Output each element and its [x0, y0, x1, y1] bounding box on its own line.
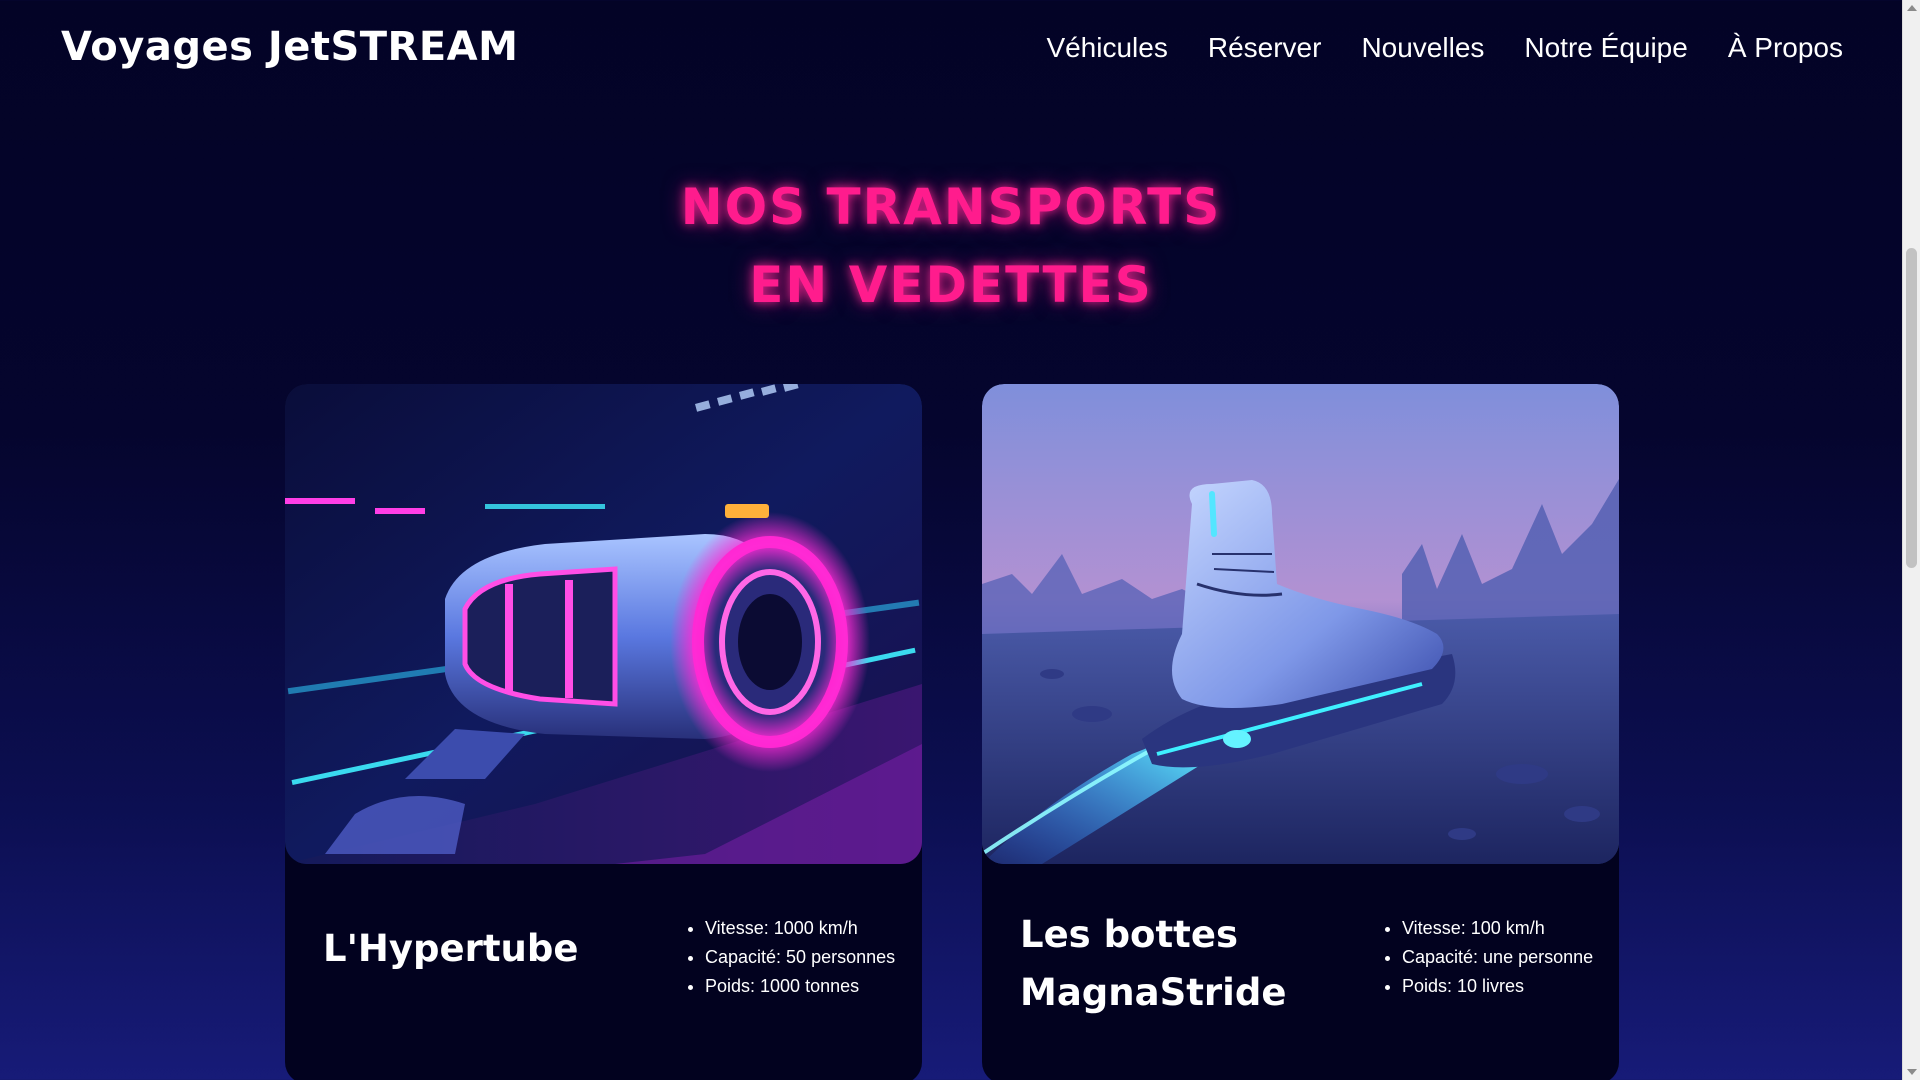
hover-boot-illustration [982, 384, 1619, 864]
page-scrollbar[interactable] [1902, 0, 1920, 1080]
nav-link-a-propos[interactable]: À Propos [1728, 32, 1843, 64]
magnastride-image [982, 384, 1619, 864]
hypertube-card-body: L'Hypertube Vitesse: 1000 km/h Capacité:… [285, 864, 922, 1080]
nav-link-reserver[interactable]: Réserver [1208, 32, 1322, 64]
section-title: NOS TRANSPORTS EN VEDETTES [0, 168, 1902, 324]
section-title-line-1: NOS TRANSPORTS [680, 178, 1222, 236]
scroll-up-arrow-icon[interactable] [1907, 5, 1917, 11]
vehicle-card-magnastride[interactable]: Les bottes MagnaStride Vitesse: 100 km/h… [982, 384, 1619, 1080]
nav-link-nouvelles[interactable]: Nouvelles [1361, 32, 1484, 64]
spec-weight: Poids: 1000 tonnes [705, 972, 905, 1001]
scroll-down-arrow-icon[interactable] [1907, 1069, 1917, 1075]
hypertube-pod-illustration [285, 384, 922, 864]
vehicle-card-hypertube[interactable]: L'Hypertube Vitesse: 1000 km/h Capacité:… [285, 384, 922, 1080]
hypertube-image [285, 384, 922, 864]
spec-capacity: Capacité: 50 personnes [705, 943, 905, 972]
site-logo[interactable]: Voyages JetSTREAM [61, 24, 518, 70]
vehicle-name: L'Hypertube [323, 927, 579, 970]
site-header: Voyages JetSTREAM Véhicules Réserver Nou… [0, 0, 1902, 100]
nav-link-notre-equipe[interactable]: Notre Équipe [1524, 32, 1687, 64]
section-title-line-2: EN VEDETTES [749, 256, 1153, 314]
vehicle-specs-list: Vitesse: 1000 km/h Capacité: 50 personne… [683, 914, 905, 1001]
magnastride-card-body: Les bottes MagnaStride Vitesse: 100 km/h… [982, 864, 1619, 1080]
main-nav: Véhicules Réserver Nouvelles Notre Équip… [1046, 32, 1843, 64]
spec-speed: Vitesse: 100 km/h [1402, 914, 1602, 943]
spec-weight: Poids: 10 livres [1402, 972, 1602, 1001]
vehicle-specs-list: Vitesse: 100 km/h Capacité: une personne… [1380, 914, 1602, 1001]
scroll-thumb[interactable] [1906, 248, 1917, 568]
spec-capacity: Capacité: une personne [1402, 943, 1602, 972]
spec-speed: Vitesse: 1000 km/h [705, 914, 905, 943]
vehicle-name: Les bottes MagnaStride [1020, 913, 1287, 1014]
nav-link-vehicules[interactable]: Véhicules [1046, 32, 1167, 64]
